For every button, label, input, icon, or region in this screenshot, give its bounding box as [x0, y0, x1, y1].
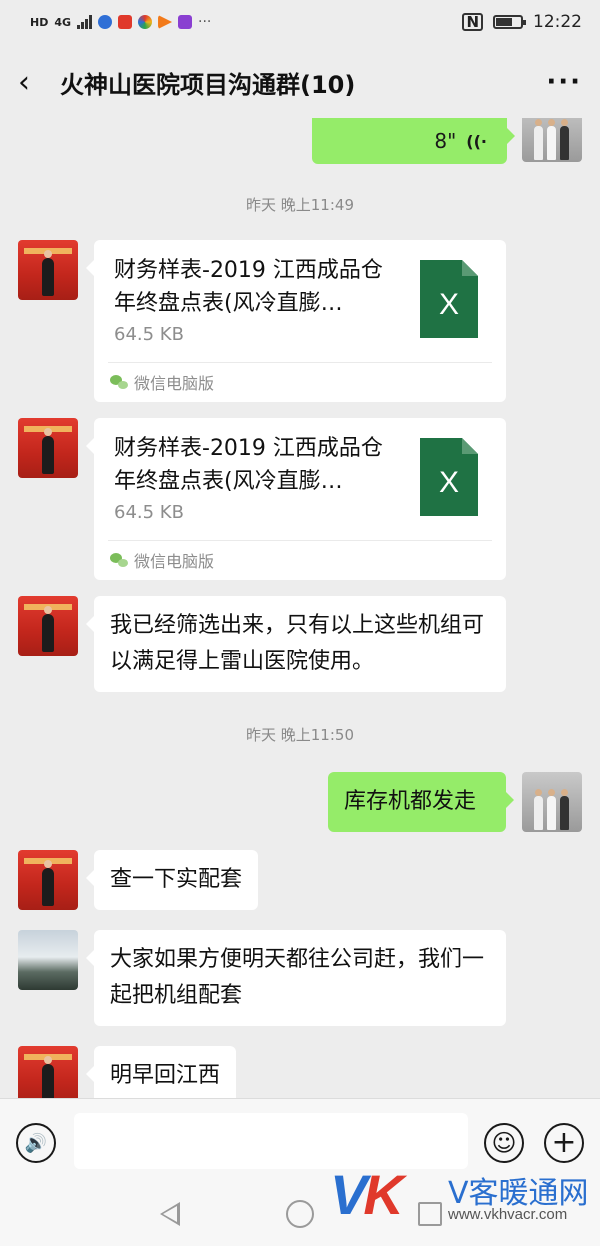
avatar[interactable]	[18, 930, 78, 990]
battery-level	[496, 18, 512, 26]
video-app-icon	[158, 15, 173, 29]
text-message-bubble[interactable]: 查一下实配套	[85, 850, 259, 910]
file-size: 64.5 KB	[114, 502, 184, 523]
network-label: 4G	[54, 15, 72, 29]
timestamp: 昨天 晚上11:50	[246, 726, 354, 744]
text-message-bubble[interactable]: 明早回江西	[85, 1046, 237, 1098]
file-message-bubble[interactable]: 财务样表-2019 江西成品仓年终盘点表(风冷直膨… 64.5 KB X 微信电…	[86, 240, 506, 402]
message-input[interactable]	[74, 1113, 468, 1169]
avatar[interactable]	[522, 772, 582, 832]
status-right: N 12:22	[462, 12, 582, 32]
avatar[interactable]	[18, 850, 78, 910]
voice-input-button[interactable]: 🔊	[16, 1123, 56, 1163]
hd-label: HD	[30, 15, 49, 29]
avatar[interactable]	[18, 596, 78, 656]
plus-icon: +	[551, 1125, 577, 1160]
clock: 12:22	[533, 12, 582, 32]
avatar[interactable]	[18, 1046, 78, 1098]
voice-icon: 🔊	[24, 1132, 48, 1154]
file-source: 微信电脑版	[110, 548, 214, 572]
nav-home-icon[interactable]	[286, 1200, 314, 1228]
excel-file-icon: X	[420, 260, 478, 338]
text-message-bubble[interactable]: 我已经筛选出来，只有以上这些机组可以满足得上雷山医院使用。	[86, 596, 506, 692]
sent-message-bubble[interactable]: 库存机都发走	[328, 772, 514, 832]
back-icon[interactable]: ‹	[18, 65, 60, 100]
wechat-icon	[110, 553, 128, 567]
wechat-icon	[110, 375, 128, 389]
file-source: 微信电脑版	[110, 370, 214, 394]
browser-app-icon	[138, 15, 153, 29]
status-left: HD 4G ···	[30, 14, 211, 30]
status-bar: HD 4G ··· N 12:22	[0, 0, 600, 44]
file-message-bubble[interactable]: 财务样表-2019 江西成品仓年终盘点表(风冷直膨… 64.5 KB X 微信电…	[86, 418, 506, 580]
file-size: 64.5 KB	[114, 324, 184, 345]
chat-header: ‹ 火神山医院项目沟通群(10) ···	[0, 44, 600, 120]
more-notifications-icon: ···	[198, 14, 212, 30]
signal-icon	[77, 15, 93, 29]
battery-icon	[493, 15, 526, 29]
emoji-button[interactable]: ☺	[484, 1123, 524, 1163]
avatar[interactable]	[18, 418, 78, 478]
excel-file-icon: X	[420, 438, 478, 516]
nav-back-icon[interactable]	[160, 1202, 180, 1226]
watermark-logo: VK	[330, 1163, 404, 1226]
watermark: VK V客暖通网 www.vkhvacr.com	[330, 1162, 590, 1232]
baidu-app-icon	[98, 15, 113, 29]
more-options-icon[interactable]: ···	[546, 67, 582, 97]
watermark-url: www.vkhvacr.com	[448, 1206, 568, 1223]
media-app-icon	[178, 15, 193, 29]
file-name: 财务样表-2019 江西成品仓年终盘点表(风冷直膨…	[114, 436, 383, 494]
message-list[interactable]: 8" ((· 昨天 晚上11:49 财务样表-2019 江西成品仓年终盘点表(风…	[0, 118, 600, 1098]
emoji-icon: ☺	[491, 1129, 517, 1157]
chat-title: 火神山医院项目沟通群(10)	[60, 70, 356, 99]
divider	[108, 362, 492, 363]
book-app-icon	[118, 15, 133, 29]
avatar[interactable]	[522, 118, 582, 162]
voice-duration: 8"	[434, 129, 457, 153]
divider	[108, 540, 492, 541]
nfc-icon: N	[462, 13, 483, 31]
more-actions-button[interactable]: +	[544, 1123, 584, 1163]
voice-message-bubble[interactable]: 8" ((·	[312, 118, 515, 164]
timestamp: 昨天 晚上11:49	[246, 196, 354, 214]
file-name: 财务样表-2019 江西成品仓年终盘点表(风冷直膨…	[114, 258, 383, 316]
avatar[interactable]	[18, 240, 78, 300]
voice-wave-icon: ((·	[466, 131, 487, 151]
text-message-bubble[interactable]: 大家如果方便明天都往公司赶，我们一起把机组配套	[86, 930, 506, 1026]
